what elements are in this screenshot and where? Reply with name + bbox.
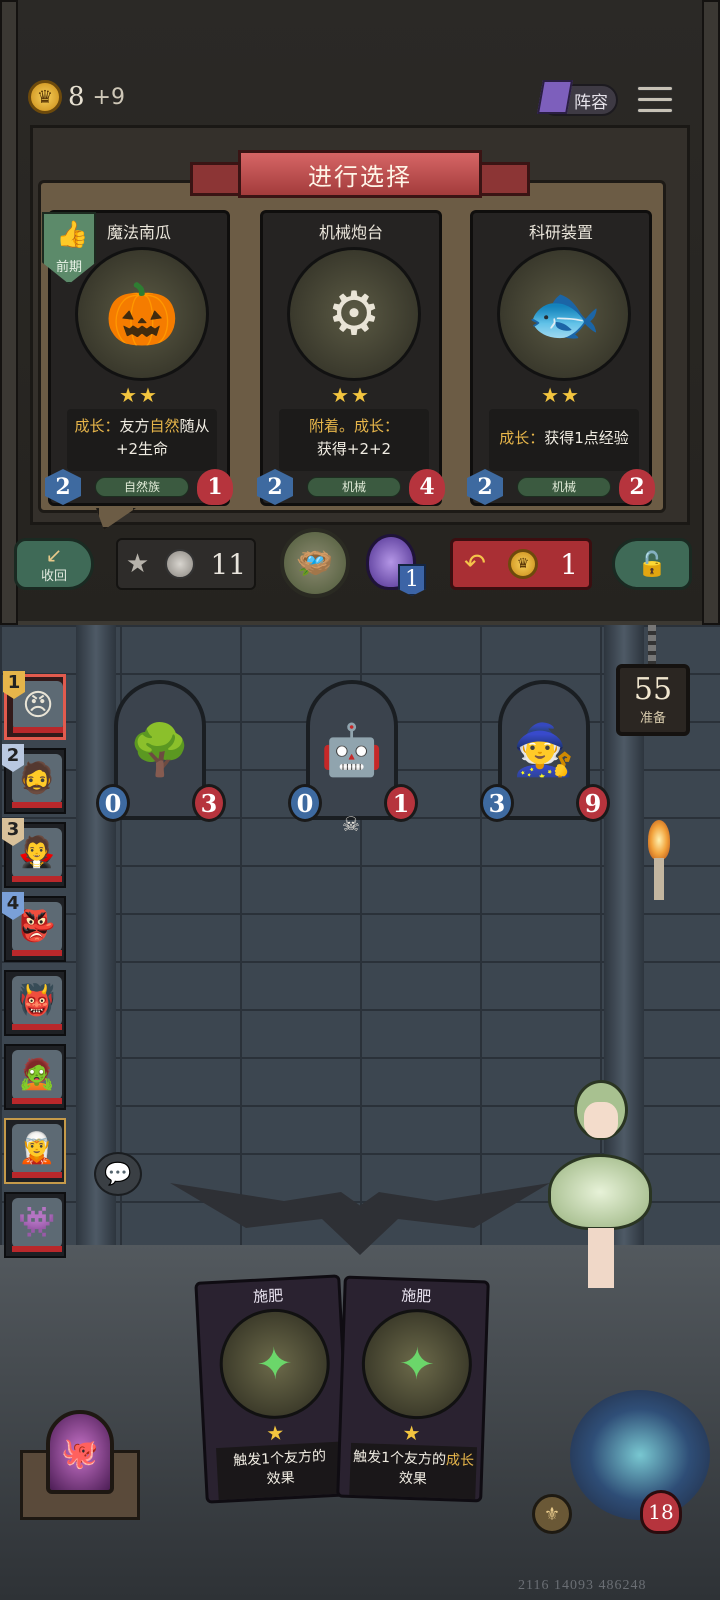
card-stars: ★★ — [541, 383, 581, 407]
lock-icon: 🔓 — [637, 550, 667, 578]
attack-stat: 0 — [96, 784, 130, 822]
attack-stat: 2 — [467, 469, 503, 505]
star-upgrade-icon: ★ — [125, 549, 150, 579]
player-hero-portrait[interactable]: ⚜ 18 — [532, 1390, 720, 1540]
fertilize-art-icon: ✦ — [359, 1307, 474, 1422]
refresh-cost: 1 — [560, 547, 578, 581]
skull-icon: ☠ — [342, 812, 360, 836]
hand-card-fertilize-2[interactable]: 施肥 ✦ ★ 触发1个友方的成长 效果 — [336, 1275, 490, 1503]
party-member-2[interactable]: 🧔 2 — [2, 744, 66, 814]
party-member-7[interactable]: 🧝 — [4, 1118, 66, 1184]
card-stars: ★★ — [331, 383, 371, 407]
recall-button[interactable]: ↙ 收回 — [14, 538, 94, 590]
attack-stat: 0 — [288, 784, 322, 822]
board-minion-robot[interactable]: 🤖 0 1 ☠ — [288, 680, 418, 836]
card-desc: 附着。成长： 获得+2+2 — [279, 409, 429, 471]
choice-banner: 进行选择 — [190, 150, 530, 202]
prep-timer-label: 准备 — [639, 711, 666, 726]
turret-portrait-icon: ⚙ — [287, 247, 421, 381]
silver-coin-icon — [164, 549, 195, 579]
party-member-1[interactable]: 😠 1 — [3, 671, 66, 740]
board-minion-witch[interactable]: 🧙 3 9 — [480, 680, 610, 830]
party-member-4[interactable]: 👺 4 — [2, 892, 66, 962]
tribe-badge: 机械 — [517, 477, 611, 497]
gold-income: +9 — [92, 84, 125, 110]
party-member-6[interactable]: 🧟 — [4, 1044, 66, 1110]
hand-card-fertilize-1[interactable]: 施肥 ✦ ★ 触发1个友方的 效果 — [194, 1274, 352, 1504]
gold-coin-icon: ♛ — [507, 549, 538, 579]
potion-count: 1 — [398, 564, 426, 596]
deck-altar[interactable]: 🐙 — [20, 1410, 140, 1520]
lineup-button[interactable]: 阵容 — [537, 80, 618, 116]
lock-button[interactable]: 🔓 — [612, 538, 692, 590]
health-stat: 4 — [409, 469, 445, 505]
lineup-label: 阵容 — [574, 92, 608, 113]
nest-icon[interactable]: 🪺 — [280, 528, 350, 598]
card-name: 机械炮台 — [318, 223, 383, 242]
gold-counter: ♛ 8 +9 — [28, 80, 125, 114]
upgrade-cost: 11 — [210, 547, 247, 581]
pumpkin-portrait-icon: 🎃 — [75, 247, 209, 381]
tribe-badge: 机械 — [307, 477, 401, 497]
card-name: 施肥 — [252, 1286, 284, 1306]
gold-amount: 8 — [68, 82, 85, 112]
torch-icon — [644, 820, 674, 900]
card-desc: 触发1个友方的 效果 — [216, 1441, 345, 1500]
refresh-button[interactable]: ↶ ♛ 1 — [450, 538, 592, 590]
character-face-icon: 🧝 — [12, 1124, 62, 1174]
shop-card-mech-turret[interactable]: 机械炮台 ⚙ ★★ 附着。成长： 获得+2+2 机械 2 4 — [257, 210, 445, 506]
character-face-icon: 👹 — [12, 976, 62, 1026]
research-device-portrait-icon: 🐟 — [497, 247, 631, 381]
recall-arrow-icon: ↙ — [45, 542, 63, 567]
chain-icon — [648, 625, 656, 665]
menu-icon — [637, 86, 673, 91]
menu-button[interactable] — [637, 86, 673, 116]
hero-portrait-art — [570, 1390, 710, 1520]
card-desc: 成长：友方自然随从 +2生命 — [67, 409, 217, 471]
tavern-upgrade-button[interactable]: ★ 11 — [116, 538, 256, 590]
choice-title: 进行选择 — [238, 150, 482, 198]
health-stat: 9 — [576, 784, 610, 822]
attack-stat: 2 — [257, 469, 293, 505]
board-minion-treant[interactable]: 🌳 0 3 — [96, 680, 226, 830]
shop-card-research-device[interactable]: 科研装置 🐟 ★★ 成长：获得1点经验 机械 2 2 — [467, 210, 655, 506]
frame-edge-left — [0, 0, 18, 625]
refresh-icon: ↶ — [464, 549, 486, 579]
health-stat: 1 — [197, 469, 233, 505]
card-stars: ★★ — [119, 383, 159, 407]
frame-edge-right — [702, 0, 720, 625]
potion-button[interactable]: 1 — [360, 528, 432, 596]
fertilize-art-icon: ✦ — [216, 1306, 333, 1422]
gold-coin-icon: ♛ — [28, 80, 62, 114]
prep-timer-sign: 55 准备 — [616, 664, 690, 736]
character-face-icon: 🧟 — [12, 1050, 62, 1100]
hero-character — [540, 1080, 660, 1290]
thumbs-up-icon: 👍 — [56, 220, 89, 250]
card-desc: 成长：获得1点经验 — [489, 409, 639, 471]
card-name: 施肥 — [400, 1286, 432, 1306]
book-icon — [537, 80, 573, 114]
card-name: 科研装置 — [528, 223, 593, 242]
party-member-8[interactable]: 👾 — [4, 1192, 66, 1258]
party-member-3[interactable]: 🧛 3 — [2, 818, 66, 888]
prep-timer-value: 55 — [633, 672, 673, 707]
attack-stat: 2 — [45, 469, 81, 505]
party-member-5[interactable]: 👹 — [4, 970, 66, 1036]
hero-power-icon[interactable]: ⚜ — [532, 1494, 572, 1534]
tribe-badge: 自然族 — [95, 477, 189, 497]
attack-stat: 3 — [480, 784, 514, 822]
character-face-icon: 👾 — [12, 1198, 62, 1248]
session-id: 2116 14093 486248 — [518, 1578, 647, 1593]
health-stat: 1 — [384, 784, 418, 822]
chat-bubble-icon: 💬 — [104, 1161, 132, 1187]
health-stat: 3 — [192, 784, 226, 822]
deck-orb-icon: 🐙 — [46, 1410, 114, 1494]
health-stat: 2 — [619, 469, 655, 505]
card-desc: 触发1个友方的成长 效果 — [349, 1442, 478, 1500]
chat-button[interactable]: 💬 — [94, 1152, 142, 1196]
player-health: 18 — [640, 1490, 682, 1534]
